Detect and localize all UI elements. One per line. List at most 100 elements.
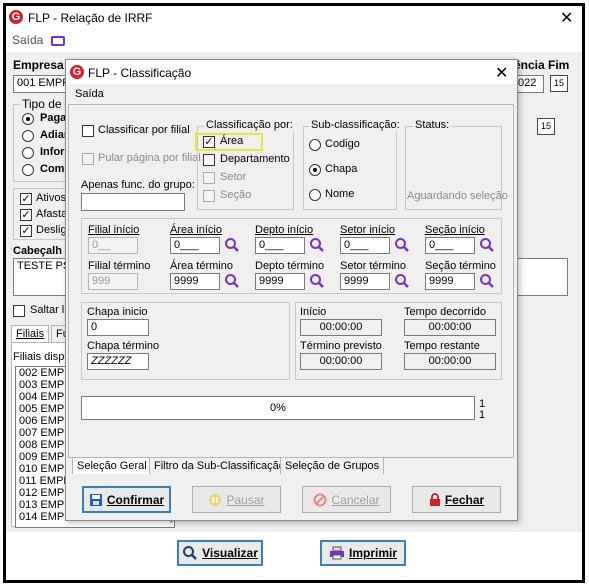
cabecalho-field-right[interactable] xyxy=(515,258,568,296)
sub-nome-label: Nome xyxy=(325,188,355,200)
dialog-menu-saida[interactable]: Saída xyxy=(75,88,104,100)
printer-icon xyxy=(329,546,344,560)
empresa-field[interactable]: 001 EMPR xyxy=(13,75,69,93)
bg-menu-saida[interactable]: Saída xyxy=(12,33,65,47)
dialog-title: FLP - Classificação xyxy=(88,66,192,80)
confirmar-button[interactable]: Confirmar xyxy=(82,486,171,513)
save-icon xyxy=(89,493,102,506)
setor-termino-label: Setor término xyxy=(340,260,407,272)
ativos-checkbox[interactable]: ✓ xyxy=(20,193,32,205)
class-secao-label: Seção xyxy=(220,189,252,201)
tab-filtro-subclassificacao[interactable]: Filtro da Sub-Classificação xyxy=(149,457,290,474)
chapa-inicio-field[interactable]: 0 xyxy=(87,319,149,336)
cabecalho-field[interactable]: TESTE PS xyxy=(13,258,69,296)
apenas-func-label: Apenas func. do grupo: xyxy=(81,179,195,191)
app-logo-icon: G xyxy=(9,10,23,24)
chapa-termino-label: Chapa término xyxy=(87,340,160,352)
sub-codigo-radio[interactable] xyxy=(309,139,321,151)
dialog-title-bar: G FLP - Classificação ✕ xyxy=(66,60,517,84)
cancel-icon xyxy=(313,493,327,506)
filial-inicio-field[interactable]: 0__ xyxy=(88,237,138,254)
secao-termino-search-icon[interactable] xyxy=(479,273,495,289)
visualizar-button[interactable]: Visualizar xyxy=(177,540,263,566)
tab-selecao-geral[interactable]: Seleção Geral xyxy=(72,457,152,474)
depto-inicio-field[interactable]: 0___ xyxy=(255,237,305,254)
tipo-radio-4[interactable] xyxy=(22,164,34,176)
afastados-checkbox[interactable]: ✓ xyxy=(20,209,32,221)
empresa-label: Empresa xyxy=(13,58,64,72)
secao-inicio-field[interactable]: 0___ xyxy=(425,237,475,254)
filial-termino-field[interactable]: 999 xyxy=(88,273,138,290)
sub-chapa-label: Chapa xyxy=(325,163,358,175)
pular-pagina-checkbox[interactable] xyxy=(82,153,94,165)
bg-window-title: FLP - Relação de IRRF xyxy=(28,11,153,25)
desligados-label: Deslig xyxy=(36,224,67,236)
filial-termino-label: Filial término xyxy=(88,260,151,272)
bg-title-bar: G FLP - Relação de IRRF ✕ xyxy=(6,6,582,30)
classificar-filial-checkbox[interactable] xyxy=(82,125,94,137)
counter-2: 1 xyxy=(479,409,486,421)
competencia-fim-field[interactable]: 022 xyxy=(514,75,544,93)
fechar-button[interactable]: Fechar xyxy=(412,486,501,513)
class-departamento-checkbox[interactable] xyxy=(203,154,215,166)
class-area-checkbox[interactable]: ✓ xyxy=(203,136,215,148)
inicio-value: 00:00:00 xyxy=(300,319,382,336)
saltar-linha-checkbox[interactable] xyxy=(13,305,25,317)
chapa-inicio-label: Chapa inicio xyxy=(87,306,148,318)
setor-inicio-search-icon[interactable] xyxy=(394,237,410,253)
cancelar-button[interactable]: Cancelar xyxy=(302,486,391,513)
setor-termino-search-icon[interactable] xyxy=(394,273,410,289)
tempo-decorrido-label: Tempo decorrido xyxy=(404,306,486,318)
area-termino-label: Área término xyxy=(170,260,233,272)
area-inicio-label: Área início xyxy=(170,224,222,236)
apenas-func-field[interactable] xyxy=(81,193,185,211)
setor-inicio-field[interactable]: 0___ xyxy=(340,237,390,254)
setor-termino-field[interactable]: 9999 xyxy=(340,273,390,290)
calendar-icon[interactable]: 15 xyxy=(550,75,568,92)
sub-nome-radio[interactable] xyxy=(309,189,321,201)
tipo-radio-1[interactable] xyxy=(22,113,34,125)
sub-codigo-label: Codigo xyxy=(325,138,360,150)
secao-inicio-search-icon[interactable] xyxy=(479,237,495,253)
dialog-close-icon[interactable]: ✕ xyxy=(495,63,508,83)
secao-termino-field[interactable]: 9999 xyxy=(425,273,475,290)
depto-inicio-search-icon[interactable] xyxy=(309,237,325,253)
area-inicio-search-icon[interactable] xyxy=(224,237,240,253)
class-departamento-label: Departamento xyxy=(220,153,290,165)
inicio-label: Início xyxy=(300,306,327,318)
tempo-restante-value: 00:00:00 xyxy=(404,353,496,370)
secao-inicio-label: Seção início xyxy=(425,224,485,236)
progress-text: 0% xyxy=(270,402,286,414)
class-area-label: Área xyxy=(220,135,244,147)
imprimir-button[interactable]: Imprimir xyxy=(320,540,406,566)
depto-inicio-label: Depto início xyxy=(255,224,314,236)
monitor-icon xyxy=(50,35,65,46)
tipo-radio-2[interactable] xyxy=(22,130,34,142)
termino-previsto-label: Término previsto xyxy=(300,340,382,352)
depto-termino-search-icon[interactable] xyxy=(309,273,325,289)
cabecalho-label: Cabeçalh xyxy=(13,245,62,257)
lock-icon xyxy=(429,492,440,506)
class-setor-checkbox[interactable] xyxy=(203,172,215,184)
setor-inicio-label: Setor início xyxy=(340,224,396,236)
pular-pagina-label: Pular página por filial xyxy=(98,152,201,164)
area-termino-search-icon[interactable] xyxy=(224,273,240,289)
tipo-label: Tipo de xyxy=(20,97,64,111)
desligados-checkbox[interactable]: ✓ xyxy=(20,225,32,237)
class-secao-checkbox[interactable] xyxy=(203,190,215,202)
filial-inicio-label: Filial início xyxy=(88,224,140,236)
status-title: Status: xyxy=(413,119,452,131)
calendar-icon-2[interactable]: 15 xyxy=(537,118,555,135)
bg-tab-filiais[interactable]: Filiais xyxy=(11,325,50,342)
sub-chapa-radio[interactable] xyxy=(309,164,321,176)
area-inicio-field[interactable]: 0___ xyxy=(170,237,220,254)
depto-termino-field[interactable]: 9999 xyxy=(255,273,305,290)
area-termino-field[interactable]: 9999 xyxy=(170,273,220,290)
pausar-button[interactable]: Pausar xyxy=(192,486,281,513)
bg-close-icon[interactable]: ✕ xyxy=(560,8,573,28)
tipo-radio-3[interactable] xyxy=(22,147,34,159)
tab-selecao-grupos[interactable]: Seleção de Grupos xyxy=(280,457,385,474)
termino-previsto-value: 00:00:00 xyxy=(300,353,382,370)
class-setor-label: Setor xyxy=(220,171,247,183)
chapa-termino-field[interactable]: ZZZZZZ xyxy=(87,353,149,370)
